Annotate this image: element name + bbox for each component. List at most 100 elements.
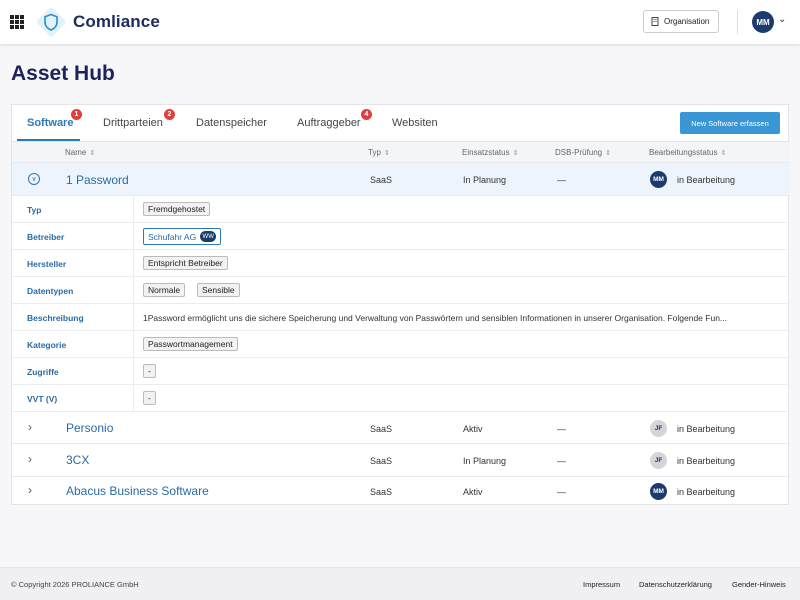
divider — [133, 358, 134, 384]
detail-zugriffe: Zugriffe - — [12, 358, 790, 385]
brand-name[interactable]: Comliance — [73, 12, 160, 32]
tab-active-indicator — [17, 139, 80, 141]
row-typ: SaaS — [370, 175, 393, 185]
tab-websiten-label: Websiten — [392, 117, 438, 129]
column-typ-label: Typ — [368, 148, 381, 157]
shield-logo-icon[interactable] — [34, 5, 68, 39]
betreiber-link[interactable]: Schufahr AG WW — [143, 228, 222, 245]
detail-label: Kategorie — [27, 340, 67, 350]
user-avatar[interactable]: MM — [752, 11, 774, 33]
tab-websiten[interactable]: Websiten — [392, 117, 438, 129]
row-einsatzstatus: Aktiv — [463, 424, 483, 434]
column-status-label: Bearbeitungsstatus — [649, 148, 718, 157]
avatar: JF — [650, 452, 667, 469]
detail-label: Zugriffe — [27, 367, 59, 377]
beschreibung-text: 1Password ermöglicht uns die sichere Spe… — [143, 313, 728, 323]
zugriffe-chip: - — [143, 364, 156, 378]
column-header-bearbeitungsstatus[interactable]: Bearbeitungsstatus ⇕ — [649, 148, 726, 157]
detail-label: Datentypen — [27, 286, 74, 296]
row-typ: SaaS — [370, 424, 393, 434]
chevron-up-icon[interactable]: ∨ — [28, 173, 40, 185]
new-software-button[interactable]: New Software erfassen — [680, 112, 780, 134]
sort-icon: ⇕ — [512, 150, 519, 157]
footer-link-impressum[interactable]: Impressum — [583, 580, 620, 589]
row-status: in Bearbeitung — [677, 456, 736, 466]
column-name-label: Name — [65, 148, 87, 157]
row-dsb: — — [557, 424, 566, 434]
row-einsatzstatus: In Planung — [463, 175, 507, 185]
avatar: JF — [650, 420, 667, 437]
row-einsatzstatus: In Planung — [463, 456, 507, 466]
divider — [133, 196, 134, 222]
tab-auftraggeber-badge: 4 — [361, 109, 372, 120]
vvt-chip: - — [143, 391, 156, 405]
column-dsb-label: DSB-Prüfung — [555, 148, 603, 157]
grid-icon[interactable] — [10, 15, 24, 29]
tab-drittparteien[interactable]: Drittparteien 2 — [103, 109, 175, 129]
avatar: MM — [650, 483, 667, 500]
datentyp-chip: Sensible — [197, 283, 240, 297]
table-row[interactable]: › 3CX SaaS In Planung — JF in Bearbeitun… — [12, 444, 790, 477]
tab-auftraggeber[interactable]: Auftraggeber 4 — [297, 109, 372, 129]
column-header-typ[interactable]: Typ ⇕ — [368, 148, 390, 157]
table-row[interactable]: ∨ 1 Password SaaS In Planung — MM in Bea… — [12, 163, 790, 196]
avatar: MM — [650, 171, 667, 188]
row-status: in Bearbeitung — [677, 175, 736, 185]
divider — [133, 304, 134, 330]
chevron-right-icon[interactable]: › — [28, 420, 32, 434]
detail-label: VVT (V) — [27, 394, 58, 404]
detail-label: Betreiber — [27, 232, 65, 242]
tab-bar: Software 1 Drittparteien 2 Datenspeicher… — [12, 105, 790, 142]
detail-vvt: VVT (V) - — [12, 385, 790, 412]
row-dsb: — — [557, 175, 566, 185]
tab-drittparteien-badge: 2 — [164, 109, 175, 120]
divider — [133, 223, 134, 249]
row-typ: SaaS — [370, 487, 393, 497]
row-status: in Bearbeitung — [677, 487, 736, 497]
tab-drittparteien-label: Drittparteien — [103, 117, 163, 129]
typ-chip: Fremdgehostet — [143, 202, 211, 216]
tab-software-label: Software — [27, 117, 74, 129]
chevron-right-icon[interactable]: › — [28, 483, 32, 497]
detail-kategorie: Kategorie Passwortmanagement — [12, 331, 790, 358]
column-header-name[interactable]: Name ⇕ — [65, 148, 95, 157]
chevron-down-icon[interactable]: ⌄ — [778, 14, 786, 25]
sort-icon: ⇕ — [383, 150, 390, 157]
divider — [133, 277, 134, 303]
asset-card: Software 1 Drittparteien 2 Datenspeicher… — [11, 104, 790, 505]
footer: © Copyright 2026 PROLIANCE GmbH Impressu… — [0, 567, 800, 600]
table-header: Name ⇕ Typ ⇕ Einsatzstatus ⇕ DSB-Prüfung ⇕ B… — [12, 142, 790, 163]
hersteller-chip: Entspricht Betreiber — [143, 256, 228, 270]
row-name[interactable]: Abacus Business Software — [66, 484, 209, 498]
divider — [133, 331, 134, 357]
detail-hersteller: Hersteller Entspricht Betreiber — [12, 250, 790, 277]
detail-label: Typ — [27, 205, 42, 215]
top-bar: Comliance Organisation MM ⌄ — [0, 0, 800, 44]
page-title: Asset Hub — [11, 62, 115, 85]
footer-link-gender[interactable]: Gender-Hinweis — [732, 580, 786, 589]
table-row[interactable]: › Abacus Business Software SaaS Aktiv — … — [12, 477, 790, 505]
row-name[interactable]: 1 Password — [66, 173, 129, 187]
row-name[interactable]: Personio — [66, 421, 113, 435]
betreiber-name: Schufahr AG — [148, 231, 197, 242]
row-status: in Bearbeitung — [677, 424, 736, 434]
chevron-right-icon[interactable]: › — [28, 452, 32, 466]
sort-icon: ⇕ — [89, 150, 96, 157]
organisation-button[interactable]: Organisation — [643, 10, 719, 33]
divider — [133, 250, 134, 276]
tab-software-badge: 1 — [71, 109, 82, 120]
table-row[interactable]: › Personio SaaS Aktiv — JF in Bearbeitun… — [12, 412, 790, 444]
tab-datenspeicher-label: Datenspeicher — [196, 117, 267, 129]
tab-datenspeicher[interactable]: Datenspeicher — [196, 117, 267, 129]
tab-software[interactable]: Software 1 — [27, 109, 82, 129]
row-typ: SaaS — [370, 456, 393, 466]
detail-betreiber: Betreiber Schufahr AG WW — [12, 223, 790, 250]
tab-auftraggeber-label: Auftraggeber — [297, 117, 361, 129]
header-divider — [737, 10, 738, 34]
detail-typ: Typ Fremdgehostet — [12, 196, 790, 223]
footer-link-datenschutz[interactable]: Datenschutzerklärung — [639, 580, 712, 589]
column-header-einsatzstatus[interactable]: Einsatzstatus ⇕ — [462, 148, 518, 157]
row-dsb: — — [557, 456, 566, 466]
column-header-dsb[interactable]: DSB-Prüfung ⇕ — [555, 148, 611, 157]
row-name[interactable]: 3CX — [66, 453, 89, 467]
